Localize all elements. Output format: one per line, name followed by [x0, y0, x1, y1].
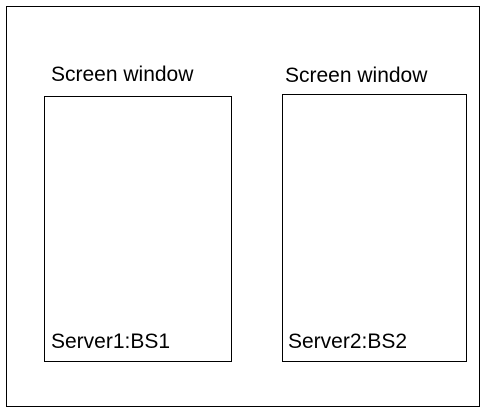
screen-window-title-1: Screen window	[51, 63, 194, 86]
screen-window-2: Server2:BS2	[282, 94, 467, 362]
screen-window-1: Server1:BS1	[44, 96, 232, 362]
screen-window-title-2: Screen window	[285, 64, 428, 87]
server-label-2: Server2:BS2	[288, 330, 408, 353]
server-label-1: Server1:BS1	[51, 330, 171, 353]
